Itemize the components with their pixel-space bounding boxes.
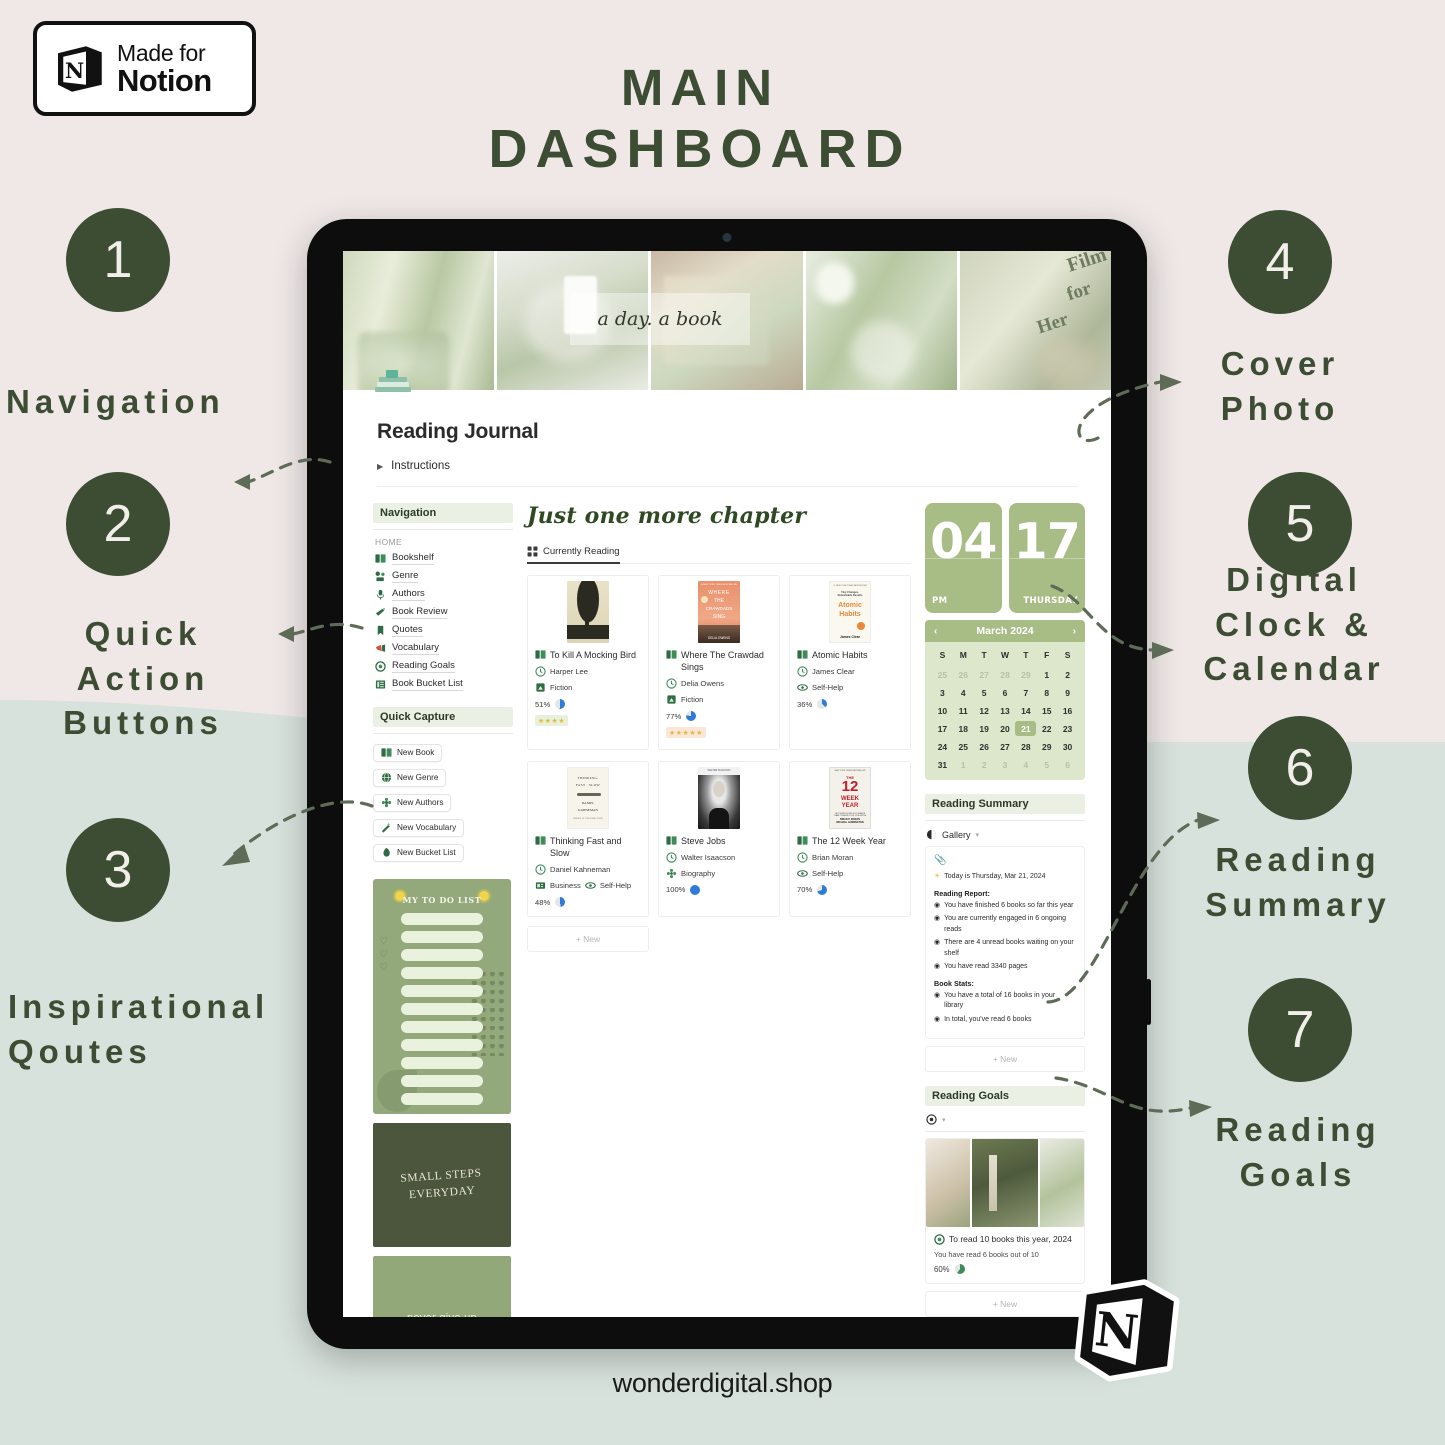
notion-logo-sticker: N: [1074, 1279, 1180, 1382]
annotation-arrows: [222, 374, 1220, 1117]
svg-text:N: N: [1092, 1302, 1141, 1361]
